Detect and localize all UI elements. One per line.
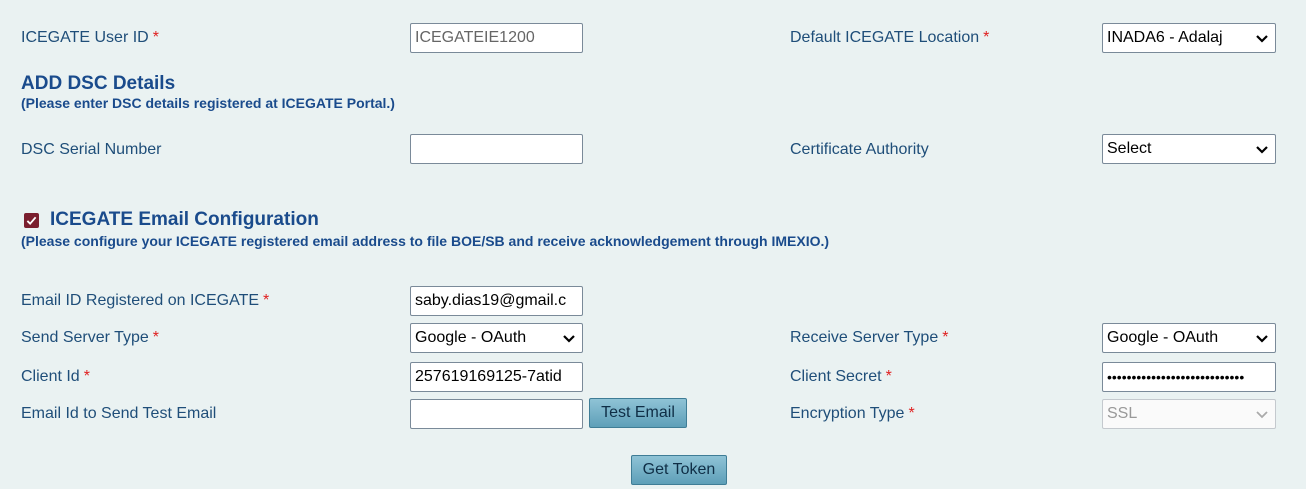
checkmark-icon — [26, 216, 37, 226]
user-id-input[interactable]: ICEGATEIE1200 — [410, 23, 583, 53]
email-config-checkbox[interactable] — [24, 213, 39, 228]
receive-server-select[interactable]: Google - OAuth — [1102, 323, 1276, 353]
required-marker: * — [152, 29, 159, 46]
get-token-button[interactable]: Get Token — [631, 455, 727, 485]
test-email-input[interactable] — [410, 399, 583, 429]
chevron-down-icon — [1255, 142, 1269, 156]
required-marker: * — [983, 29, 990, 46]
email-config-title: ICEGATE Email Configuration — [50, 209, 319, 230]
send-server-label: Send Server Type * — [21, 329, 160, 346]
default-location-value: INADA6 - Adalaj — [1107, 29, 1223, 46]
dsc-section-subtitle: (Please enter DSC details registered at … — [21, 95, 395, 111]
receive-server-value: Google - OAuth — [1107, 329, 1219, 346]
required-marker: * — [152, 329, 160, 346]
chevron-down-icon — [1255, 407, 1269, 421]
dsc-serial-input[interactable] — [410, 134, 583, 164]
chevron-down-icon — [1255, 331, 1269, 345]
required-marker: * — [908, 405, 915, 422]
required-marker: * — [885, 368, 892, 385]
default-location-select[interactable]: INADA6 - Adalaj — [1102, 23, 1276, 53]
test-email-label: Email Id to Send Test Email — [21, 405, 217, 422]
client-id-label: Client Id * — [21, 368, 90, 385]
required-marker: * — [263, 292, 270, 309]
certificate-authority-label: Certificate Authority — [790, 141, 929, 158]
email-config-subtitle: (Please configure your ICEGATE registere… — [21, 233, 830, 249]
send-server-select[interactable]: Google - OAuth — [410, 323, 583, 353]
email-registered-input[interactable]: saby.dias19@gmail.c — [410, 286, 583, 316]
email-registered-label: Email ID Registered on ICEGATE * — [21, 292, 270, 309]
client-id-input[interactable]: 257619169125-7atid — [410, 362, 583, 392]
required-marker: * — [942, 329, 949, 346]
dsc-section-title: ADD DSC Details — [21, 73, 176, 94]
chevron-down-icon — [562, 331, 576, 345]
send-server-value: Google - OAuth — [415, 329, 527, 346]
default-location-label: Default ICEGATE Location * — [790, 29, 990, 46]
client-secret-label: Client Secret * — [790, 368, 892, 385]
chevron-down-icon — [1255, 31, 1269, 45]
encryption-type-label: Encryption Type * — [790, 405, 915, 422]
user-id-label: ICEGATE User ID * — [21, 29, 159, 46]
test-email-button[interactable]: Test Email — [589, 398, 687, 428]
required-marker: * — [83, 368, 90, 385]
dsc-serial-label: DSC Serial Number — [21, 141, 162, 158]
encryption-type-value: SSL — [1107, 405, 1138, 422]
certificate-authority-select[interactable]: Select — [1102, 134, 1276, 164]
receive-server-label: Receive Server Type * — [790, 329, 949, 346]
encryption-type-select: SSL — [1102, 399, 1276, 429]
client-secret-input[interactable]: •••••••••••••••••••••••••••• — [1102, 362, 1276, 392]
certificate-authority-value: Select — [1107, 140, 1152, 157]
